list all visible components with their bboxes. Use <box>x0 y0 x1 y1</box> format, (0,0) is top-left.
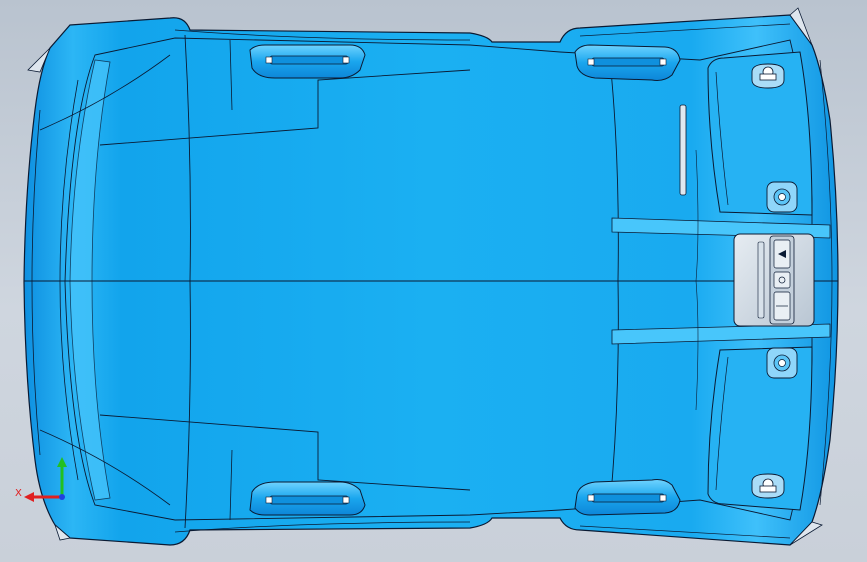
grab-handle-front-left[interactable] <box>249 44 366 79</box>
grab-handle-rear-left[interactable] <box>249 481 366 516</box>
overhead-console-icon[interactable] <box>733 233 815 327</box>
z-axis-dot-icon <box>59 494 65 500</box>
grab-handle-rear-right[interactable] <box>574 479 681 516</box>
keyhole-clip-lower[interactable] <box>751 473 785 499</box>
cad-viewport[interactable]: X <box>0 0 867 562</box>
axis-triad[interactable]: X <box>10 455 80 515</box>
x-axis-label: X <box>15 488 22 499</box>
round-fastener-lower[interactable] <box>766 347 798 379</box>
x-axis-arrow-icon <box>24 492 34 502</box>
headliner-model[interactable] <box>0 0 867 562</box>
grab-handle-front-right[interactable] <box>574 44 681 81</box>
keyhole-clip-upper[interactable] <box>751 63 785 89</box>
y-axis-arrow-icon <box>57 457 67 467</box>
round-fastener-upper[interactable] <box>766 181 798 213</box>
rear-slot <box>679 104 687 196</box>
